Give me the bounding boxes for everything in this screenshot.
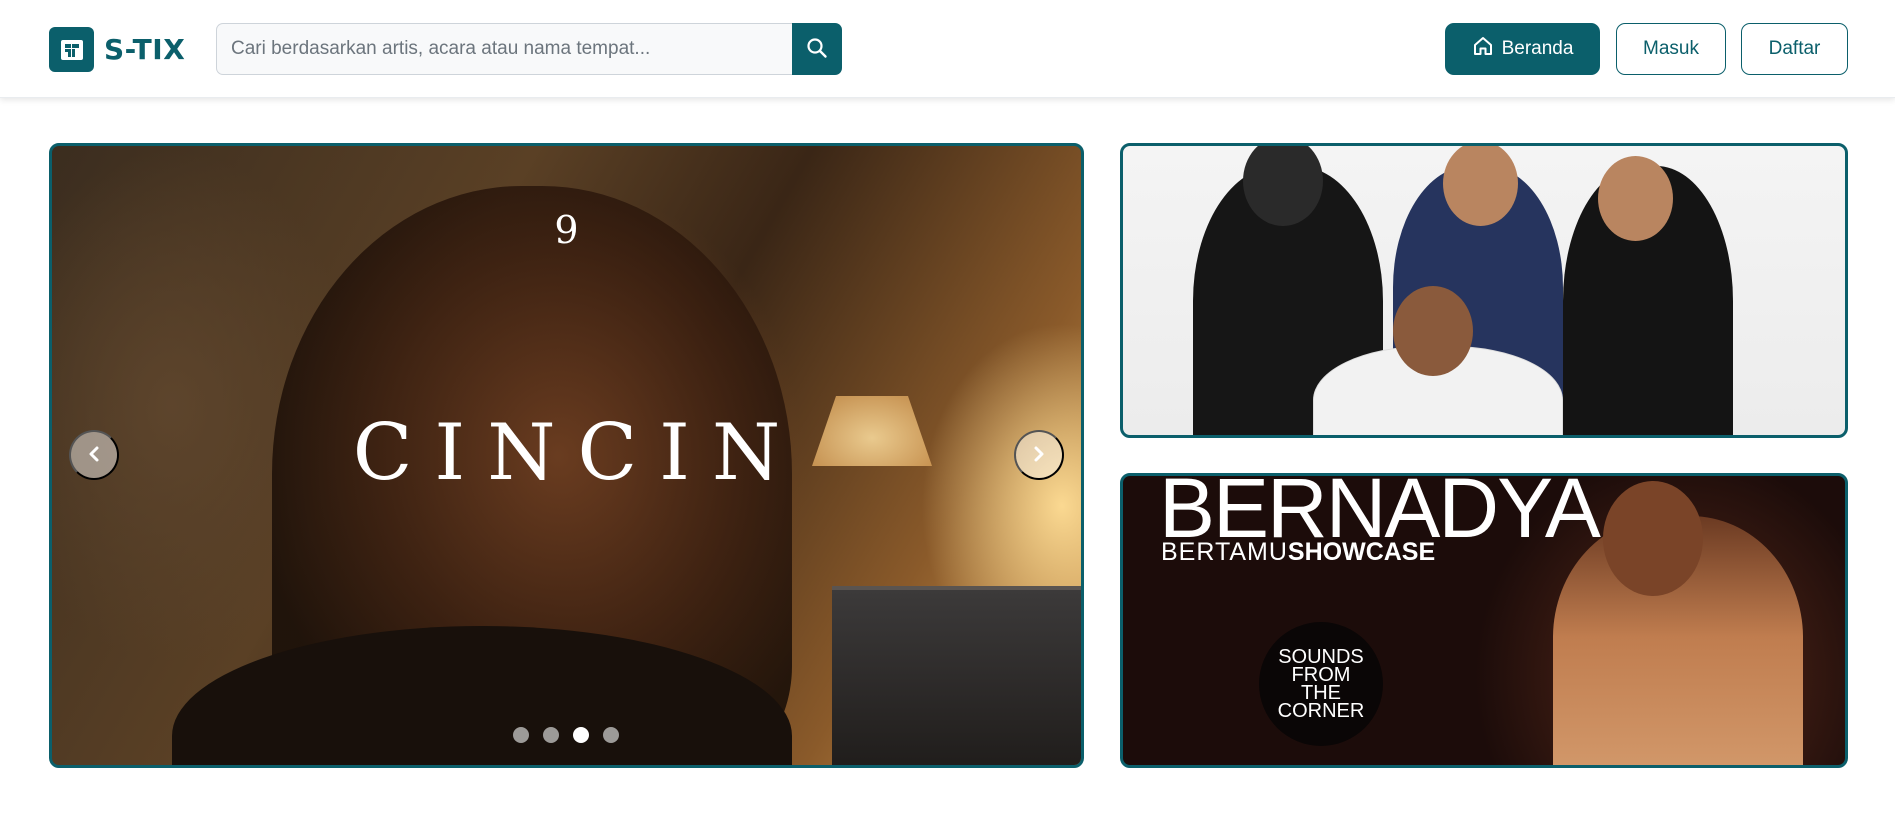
login-button-label: Masuk: [1643, 38, 1699, 59]
home-button-label: Beranda: [1501, 38, 1574, 59]
event-badge: SOUNDS FROM THE CORNER: [1259, 622, 1383, 746]
carousel-indicator-2[interactable]: [543, 727, 559, 743]
search-bar: [216, 23, 842, 75]
carousel-indicators: [513, 727, 619, 743]
logo-text: S-TIX: [104, 33, 186, 66]
band-member-head: [1598, 156, 1673, 241]
register-button-label: Daftar: [1768, 38, 1821, 59]
slide-number: 9: [554, 208, 579, 252]
search-icon: [806, 37, 828, 62]
event-card-bernadya[interactable]: BERNADYA BERTAMUSHOWCASE SOUNDS FROM THE…: [1120, 473, 1848, 768]
carousel-indicator-4[interactable]: [603, 727, 619, 743]
home-icon: [1472, 35, 1494, 63]
band-member-head: [1443, 146, 1518, 226]
home-button[interactable]: Beranda: [1445, 23, 1600, 75]
chevron-left-icon: [84, 444, 104, 467]
ticket-logo-icon: [49, 27, 94, 72]
event-card-band[interactable]: [1120, 143, 1848, 438]
site-logo[interactable]: S-TIX: [49, 27, 185, 72]
chevron-right-icon: [1029, 444, 1049, 467]
search-input[interactable]: [216, 23, 792, 75]
event-badge-text: SOUNDS FROM THE CORNER: [1277, 646, 1365, 722]
carousel-next-button[interactable]: [1014, 430, 1064, 480]
carousel-indicator-3[interactable]: [573, 727, 589, 743]
band-member-head: [1393, 286, 1473, 376]
register-button[interactable]: Daftar: [1741, 23, 1848, 75]
search-button[interactable]: [792, 23, 842, 75]
slide-title: CINCIN: [352, 408, 803, 498]
carousel-image-cabinet: [832, 586, 1081, 765]
carousel-prev-button[interactable]: [69, 430, 119, 480]
singer-head: [1603, 481, 1703, 596]
event-subtitle-part1: BERTAMU: [1161, 538, 1288, 566]
login-button[interactable]: Masuk: [1616, 23, 1726, 75]
hero-carousel[interactable]: 9 CINCIN: [49, 143, 1084, 768]
top-navbar: S-TIX Beranda Masuk Daftar: [0, 0, 1895, 98]
carousel-indicator-1[interactable]: [513, 727, 529, 743]
event-subtitle: BERTAMUSHOWCASE: [1161, 538, 1435, 567]
event-subtitle-part2: SHOWCASE: [1287, 538, 1436, 566]
